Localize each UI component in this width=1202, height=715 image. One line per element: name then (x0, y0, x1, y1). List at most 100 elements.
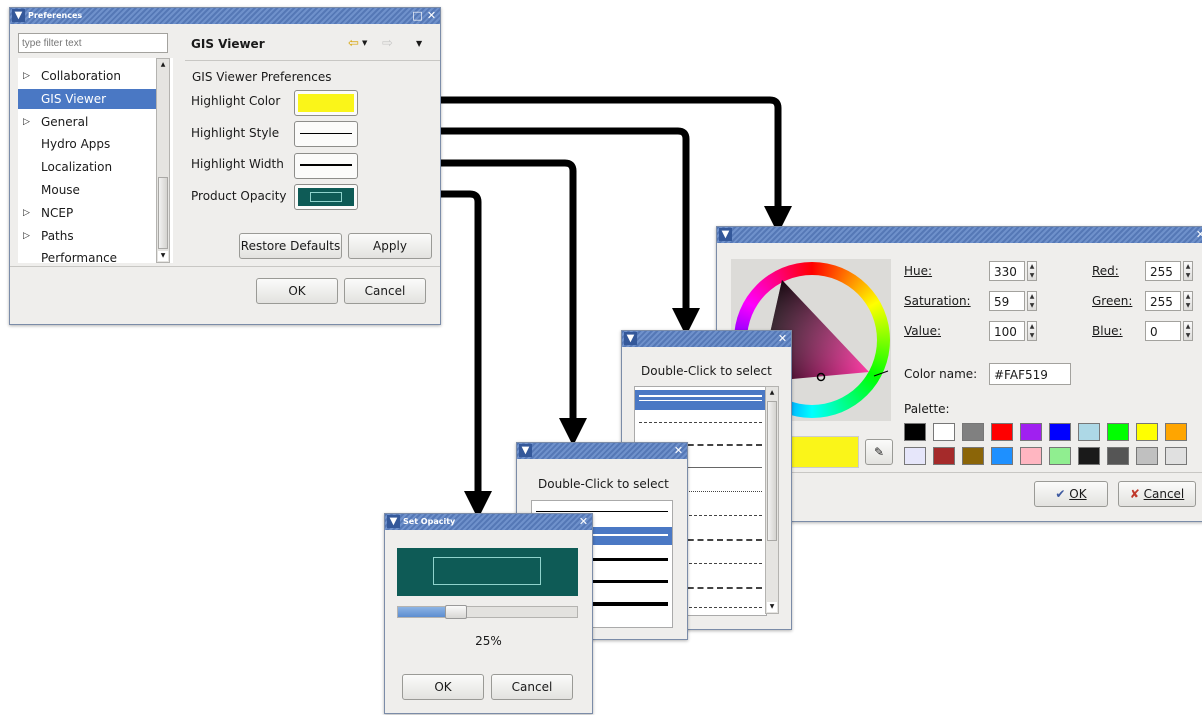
maximize-icon[interactable]: □ (411, 9, 424, 22)
blue-input[interactable]: 0 (1145, 321, 1181, 341)
highlight-color-swatch (298, 94, 354, 112)
palette-swatch[interactable] (1165, 447, 1187, 465)
tree-item[interactable]: ▷ General (18, 112, 156, 132)
window-menu-icon[interactable]: ▼ (719, 228, 732, 241)
highlight-color-button[interactable] (294, 90, 358, 116)
palette-swatch[interactable] (991, 423, 1013, 441)
view-menu-icon[interactable]: ▼ (416, 39, 422, 48)
opacity-ok-button[interactable]: OK (402, 674, 484, 700)
blue-spinner[interactable]: ▲ ▼ (1183, 321, 1193, 341)
product-opacity-button[interactable] (294, 184, 358, 210)
saturation-input[interactable]: 59 (989, 291, 1025, 311)
restore-defaults-button[interactable]: Restore Defaults (239, 233, 342, 259)
palette-swatch[interactable] (1049, 447, 1071, 465)
preferences-titlebar[interactable]: ▼ Preferences □ ✕ (10, 8, 440, 24)
expand-icon[interactable]: ▷ (23, 203, 30, 223)
green-spinner[interactable]: ▲ ▼ (1183, 291, 1193, 311)
palette-swatch[interactable] (1136, 423, 1158, 441)
expand-icon[interactable]: ▷ (23, 66, 30, 86)
palette-swatch[interactable] (962, 423, 984, 441)
tree-item[interactable]: ▷ Paths (18, 226, 156, 246)
tree-item[interactable]: GIS Viewer (18, 88, 156, 109)
expand-icon[interactable]: ▷ (23, 226, 30, 246)
value-spinner[interactable]: ▲ ▼ (1027, 321, 1037, 341)
close-icon[interactable]: ✕ (1194, 228, 1202, 241)
back-icon[interactable]: ⇦ (348, 36, 359, 51)
expand-icon[interactable]: ▷ (23, 112, 30, 132)
opacity-slider-thumb[interactable] (444, 605, 467, 619)
window-menu-icon[interactable]: ▼ (12, 9, 25, 22)
palette-swatch[interactable] (1136, 447, 1158, 465)
palette-swatch[interactable] (1078, 447, 1100, 465)
hue-spinner[interactable]: ▲ ▼ (1027, 261, 1037, 281)
ok-button[interactable]: OK (256, 278, 338, 304)
tree-item[interactable]: Hydro Apps (18, 134, 156, 154)
green-input[interactable]: 255 (1145, 291, 1181, 311)
tree-item[interactable]: ▷ Collaboration (18, 66, 156, 86)
palette-grid[interactable] (904, 423, 1194, 467)
palette-label: Palette: (904, 402, 950, 416)
color-dialog-titlebar[interactable]: ▼ ✕ (717, 227, 1202, 243)
opacity-slider[interactable] (397, 605, 578, 619)
color-cancel-button[interactable]: ✘ Cancel (1118, 481, 1196, 507)
close-icon[interactable]: ✕ (425, 9, 438, 22)
color-ok-button[interactable]: ✔ OK (1034, 481, 1108, 507)
window-menu-icon[interactable]: ▼ (519, 444, 532, 457)
palette-swatch[interactable] (991, 447, 1013, 465)
highlight-width-button[interactable] (294, 153, 358, 179)
palette-swatch[interactable] (1078, 423, 1100, 441)
style-list-item-selected[interactable] (635, 390, 766, 410)
set-opacity-dialog: ▼ Set Opacity ✕ 25% OK Cancel (384, 513, 593, 714)
green-label: Green: (1092, 294, 1133, 308)
saturation-spinner[interactable]: ▲ ▼ (1027, 291, 1037, 311)
scroll-down-icon[interactable]: ▼ (767, 602, 777, 612)
line-style-titlebar[interactable]: ▼ ✕ (622, 331, 791, 347)
opacity-cancel-button[interactable]: Cancel (491, 674, 573, 700)
red-input[interactable]: 255 (1145, 261, 1181, 281)
palette-swatch[interactable] (962, 447, 984, 465)
close-icon[interactable]: ✕ (776, 332, 789, 345)
apply-label: Apply (373, 239, 407, 253)
palette-swatch[interactable] (933, 447, 955, 465)
opacity-titlebar[interactable]: ▼ Set Opacity ✕ (385, 514, 592, 530)
highlight-width-label: Highlight Width (191, 157, 284, 171)
style-list-item[interactable] (639, 422, 762, 423)
apply-button[interactable]: Apply (348, 233, 432, 259)
tree-item[interactable]: ▷ NCEP (18, 203, 156, 223)
palette-swatch[interactable] (1107, 447, 1129, 465)
palette-swatch[interactable] (1020, 447, 1042, 465)
palette-swatch[interactable] (904, 447, 926, 465)
width-list-item[interactable] (536, 511, 668, 512)
opacity-ok-label: OK (434, 680, 452, 694)
filter-input[interactable] (18, 33, 168, 53)
palette-swatch[interactable] (1020, 423, 1042, 441)
window-menu-icon[interactable]: ▼ (624, 332, 637, 345)
scroll-up-icon[interactable]: ▲ (158, 60, 168, 70)
hue-input[interactable]: 330 (989, 261, 1025, 281)
tree-scroll-thumb[interactable] (158, 177, 168, 249)
scroll-down-icon[interactable]: ▼ (158, 251, 168, 261)
preference-tree[interactable]: ▷ Collaboration GIS Viewer ▷ General Hydro Ap… (18, 58, 173, 265)
color-name-input[interactable]: #FAF519 (989, 363, 1071, 385)
palette-swatch[interactable] (1107, 423, 1129, 441)
highlight-style-button[interactable] (294, 121, 358, 147)
scroll-up-icon[interactable]: ▲ (767, 388, 777, 398)
eyedropper-button[interactable]: ✎ (865, 439, 893, 465)
palette-swatch[interactable] (904, 423, 926, 441)
style-scrollbar[interactable]: ▲ ▼ (765, 386, 779, 614)
tree-item[interactable]: Mouse (18, 180, 156, 200)
palette-swatch[interactable] (933, 423, 955, 441)
cancel-button[interactable]: Cancel (344, 278, 426, 304)
palette-swatch[interactable] (1049, 423, 1071, 441)
tree-scrollbar[interactable]: ▲ ▼ (156, 58, 170, 263)
tree-item[interactable]: Localization (18, 157, 156, 177)
style-scroll-thumb[interactable] (767, 401, 777, 541)
line-width-titlebar[interactable]: ▼ ✕ (517, 443, 687, 459)
back-dropdown-icon[interactable]: ▼ (362, 39, 367, 47)
close-icon[interactable]: ✕ (577, 515, 590, 528)
window-menu-icon[interactable]: ▼ (387, 515, 400, 528)
red-spinner[interactable]: ▲ ▼ (1183, 261, 1193, 281)
close-icon[interactable]: ✕ (672, 444, 685, 457)
palette-swatch[interactable] (1165, 423, 1187, 441)
value-input[interactable]: 100 (989, 321, 1025, 341)
